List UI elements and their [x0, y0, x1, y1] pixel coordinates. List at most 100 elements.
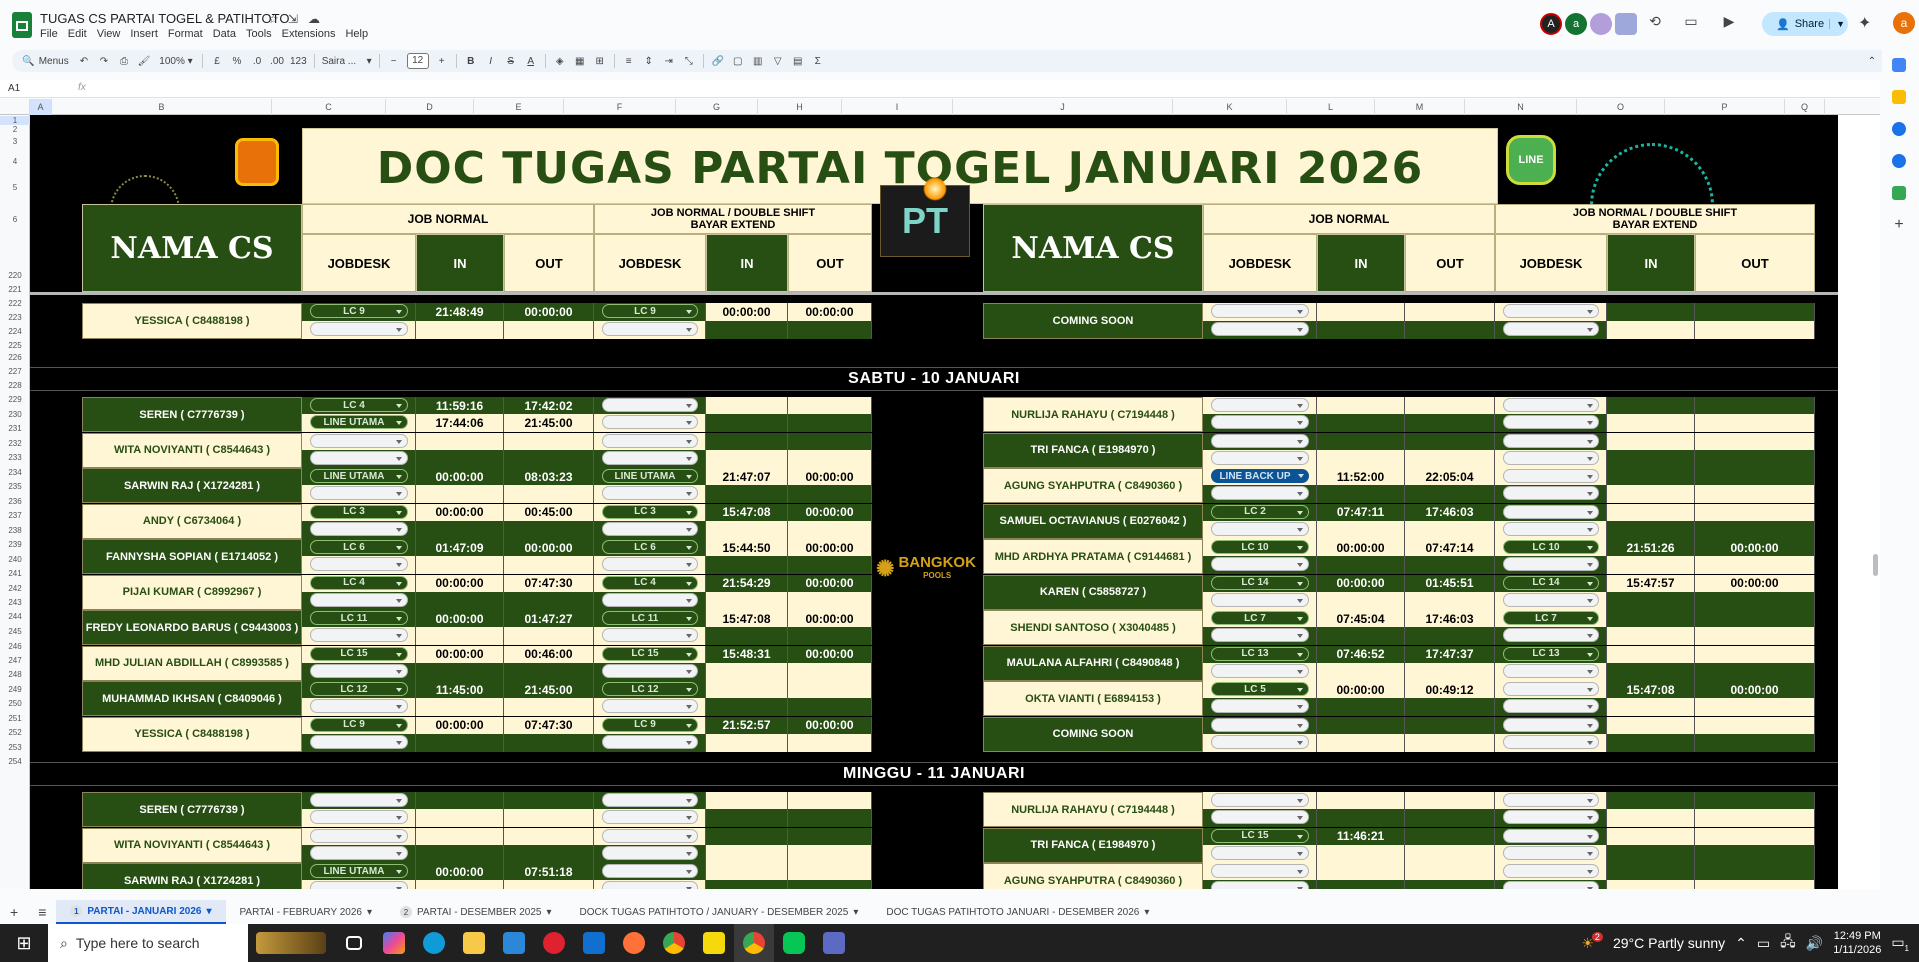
jobdesk-dropdown[interactable]: LC 13 — [1211, 646, 1309, 661]
row-header-237[interactable]: 237 — [0, 511, 30, 520]
in-time-cell[interactable] — [1607, 827, 1695, 845]
add-sheet-icon[interactable]: + — [0, 900, 28, 924]
redo-icon[interactable]: ↷ — [94, 50, 114, 72]
in-time-cell[interactable] — [706, 844, 788, 863]
jobdesk-dropdown[interactable]: LC 15 — [602, 646, 698, 661]
column-header-G[interactable]: G — [676, 99, 758, 115]
out-time-cell[interactable] — [788, 880, 872, 889]
out-time-cell[interactable]: 07:47:30 — [504, 716, 594, 734]
row-header-5[interactable]: 5 — [0, 183, 30, 192]
jobdesk-dropdown[interactable] — [1503, 699, 1599, 713]
out-time-cell[interactable] — [1695, 321, 1815, 339]
filter-icon[interactable]: ▽ — [768, 50, 788, 72]
menu-data[interactable]: Data — [213, 28, 236, 40]
percent-button[interactable]: % — [227, 50, 247, 72]
jobdesk-dropdown[interactable]: LINE UTAMA — [602, 469, 698, 483]
jobdesk-dropdown[interactable] — [1503, 864, 1599, 878]
out-time-cell[interactable] — [504, 449, 594, 468]
calendar-icon[interactable] — [1892, 58, 1906, 72]
in-time-cell[interactable] — [416, 556, 504, 574]
in-time-cell[interactable]: 00:00:00 — [416, 503, 504, 521]
column-header-F[interactable]: F — [564, 99, 676, 115]
in-time-cell[interactable] — [1607, 610, 1695, 627]
out-time-cell[interactable]: 07:47:30 — [504, 574, 594, 592]
out-time-cell[interactable] — [1695, 863, 1815, 880]
column-header-D[interactable]: D — [386, 99, 474, 115]
font-size-increase[interactable]: + — [432, 50, 452, 72]
column-header-H[interactable]: H — [758, 99, 842, 115]
jobdesk-dropdown[interactable] — [310, 734, 408, 749]
currency-button[interactable]: £ — [207, 50, 227, 72]
row-header-241[interactable]: 241 — [0, 569, 30, 578]
network-icon[interactable]: 🖧 — [1780, 931, 1796, 955]
out-time-cell[interactable] — [1405, 591, 1495, 610]
out-time-cell[interactable] — [504, 432, 594, 450]
contacts-icon[interactable] — [1892, 154, 1906, 168]
out-time-cell[interactable] — [1405, 809, 1495, 827]
jobdesk-dropdown[interactable]: LC 11 — [310, 611, 408, 625]
in-time-cell[interactable] — [1607, 733, 1695, 752]
in-time-cell[interactable] — [1317, 698, 1405, 716]
in-time-cell[interactable]: 21:52:57 — [706, 716, 788, 734]
filter-views-icon[interactable]: ▤ — [788, 50, 808, 72]
jobdesk-dropdown[interactable] — [1503, 486, 1599, 500]
row-header-246[interactable]: 246 — [0, 642, 30, 651]
file-explorer-icon[interactable] — [454, 924, 494, 962]
comments-icon[interactable]: ▭ — [1680, 13, 1702, 33]
column-header-P[interactable]: P — [1665, 99, 1785, 115]
out-time-cell[interactable] — [1695, 432, 1815, 450]
row-header-222[interactable]: 222 — [0, 299, 30, 308]
column-header-I[interactable]: I — [842, 99, 953, 115]
jobdesk-dropdown[interactable] — [1503, 557, 1599, 571]
jobdesk-dropdown[interactable]: LC 15 — [1211, 828, 1309, 843]
in-time-cell[interactable] — [1607, 863, 1695, 880]
italic-button[interactable]: I — [481, 50, 501, 72]
jobdesk-dropdown[interactable]: LC 9 — [602, 717, 698, 732]
in-time-cell[interactable] — [1317, 716, 1405, 734]
in-time-cell[interactable] — [706, 792, 788, 809]
out-time-cell[interactable]: 00:46:00 — [504, 645, 594, 663]
in-time-cell[interactable] — [416, 827, 504, 845]
row-header-225[interactable]: 225 — [0, 341, 30, 350]
in-time-cell[interactable] — [1607, 792, 1695, 809]
out-time-cell[interactable] — [1695, 827, 1815, 845]
in-time-cell[interactable]: 00:00:00 — [416, 863, 504, 880]
jobdesk-dropdown[interactable] — [1211, 699, 1309, 713]
in-time-cell[interactable] — [1317, 520, 1405, 539]
out-time-cell[interactable] — [1695, 698, 1815, 716]
row-header-233[interactable]: 233 — [0, 453, 30, 462]
jobdesk-dropdown[interactable] — [1211, 845, 1309, 860]
meet-icon[interactable]: ▶ — [1718, 13, 1740, 33]
jobdesk-dropdown[interactable]: LC 11 — [602, 611, 698, 625]
menu-view[interactable]: View — [97, 28, 121, 40]
jobdesk-dropdown[interactable] — [1503, 398, 1599, 412]
jobdesk-dropdown[interactable] — [602, 322, 698, 336]
in-time-cell[interactable] — [1607, 520, 1695, 539]
in-time-cell[interactable]: 00:00:00 — [1317, 539, 1405, 556]
jobdesk-dropdown[interactable] — [310, 322, 408, 336]
row-header-231[interactable]: 231 — [0, 424, 30, 433]
history-icon[interactable]: ⟲ — [1644, 13, 1666, 33]
jobdesk-dropdown[interactable] — [1503, 304, 1599, 318]
out-time-cell[interactable] — [788, 792, 872, 809]
in-time-cell[interactable] — [1607, 485, 1695, 503]
sheet-tab[interactable]: 1 PARTAI - JANUARI 2026 ▾ — [56, 900, 226, 924]
jobdesk-dropdown[interactable] — [602, 845, 698, 860]
in-time-cell[interactable] — [706, 556, 788, 574]
font-size-input[interactable]: 12 — [404, 50, 432, 72]
in-time-cell[interactable] — [1317, 321, 1405, 339]
in-time-cell[interactable] — [416, 662, 504, 681]
volume-icon[interactable]: 🔊 — [1806, 935, 1823, 952]
out-time-cell[interactable] — [1405, 698, 1495, 716]
out-time-cell[interactable] — [788, 627, 872, 645]
out-time-cell[interactable]: 00:00:00 — [504, 539, 594, 556]
name-box[interactable]: A1 — [8, 83, 20, 94]
menu-edit[interactable]: Edit — [68, 28, 87, 40]
collaborator-avatar[interactable]: a — [1565, 13, 1587, 35]
row-header-252[interactable]: 252 — [0, 728, 30, 737]
out-time-cell[interactable] — [504, 733, 594, 752]
jobdesk-dropdown[interactable]: LC 6 — [310, 540, 408, 554]
sheet-tab[interactable]: DOCK TUGAS PATIHTOTO / JANUARY - DESEMBE… — [566, 900, 873, 924]
in-time-cell[interactable]: 00:00:00 — [706, 303, 788, 321]
jobdesk-dropdown[interactable] — [602, 734, 698, 749]
